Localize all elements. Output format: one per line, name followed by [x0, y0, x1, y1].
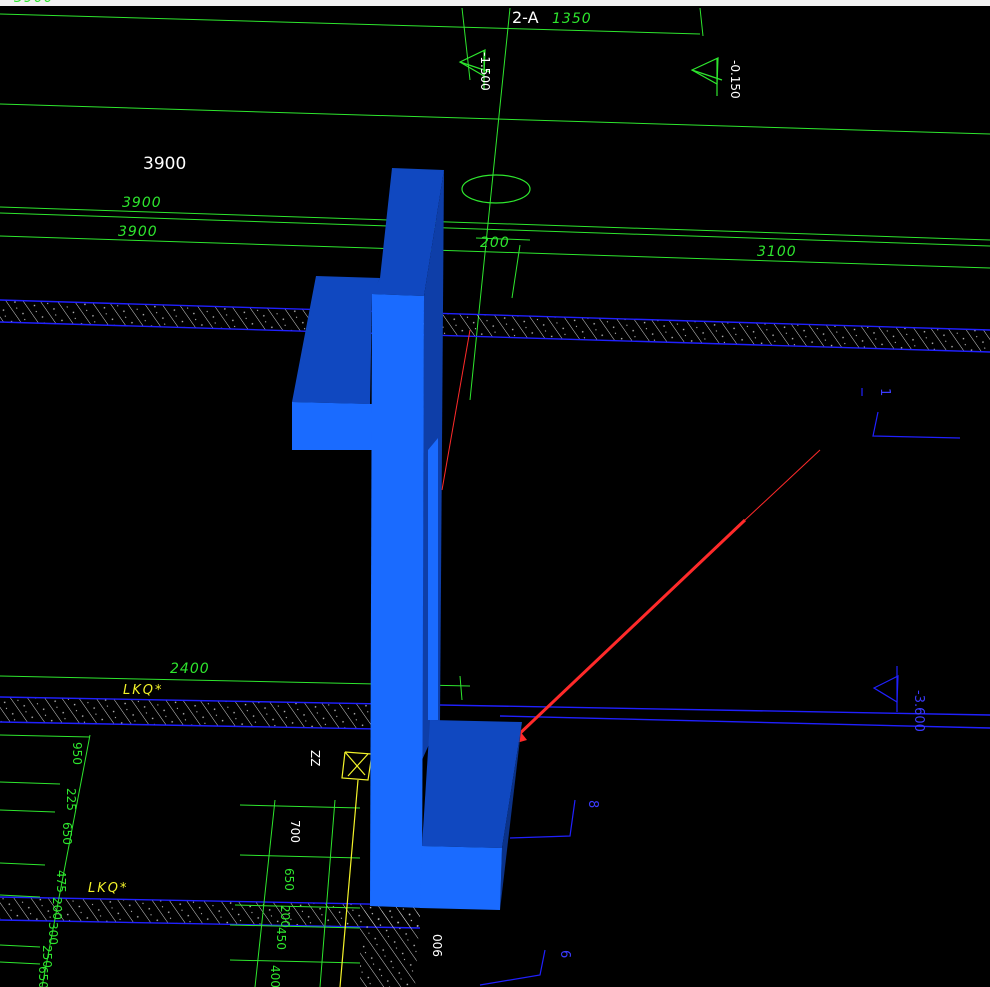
lkq-label-2: LKQ* [88, 881, 129, 896]
elevation-marker-right [690, 57, 723, 96]
footing-front-face[interactable] [420, 846, 502, 910]
dimension-label-top-left: 3900 [14, 0, 54, 6]
red-axis-line [441, 329, 821, 521]
column-front-face[interactable] [370, 294, 424, 908]
right-mark-8: 8 [585, 800, 600, 809]
dimension-label-1350: 1350 [552, 11, 592, 27]
column-inner-strip [428, 438, 438, 720]
hatched-wall-band-upper [0, 299, 990, 353]
left-dim-4: 200 [50, 897, 64, 920]
cad-drawing-canvas[interactable] [0, 0, 990, 987]
center-dim-1: 650 [282, 868, 296, 891]
lkq-label-1: LKQ* [123, 683, 164, 698]
elevation-label-mid-right: -3.600 [911, 690, 926, 732]
right-blue-marks [479, 388, 961, 986]
grid-bubble[interactable] [461, 174, 531, 204]
dimension-label-200: 200 [480, 235, 510, 251]
bottom-label: 006 [430, 934, 444, 957]
right-mark-1: 1 [877, 388, 892, 397]
left-dim-1: 225 [64, 788, 78, 811]
left-dim-2: 650 [60, 822, 74, 845]
left-dim-7: 650 [36, 966, 50, 987]
elevation-label-right: -0.150 [728, 60, 742, 99]
column-tag-label: ZZ [308, 750, 322, 767]
dimension-label-3900-b: 3900 [118, 224, 158, 240]
dimension-label-2400: 2400 [170, 661, 210, 677]
red-pointer-arrow [506, 518, 747, 746]
left-dim-5: 300 [46, 922, 60, 945]
dimension-label-3900-a: 3900 [122, 195, 162, 211]
center-dim-2: 200 [278, 905, 292, 928]
center-dim-3: 450 [274, 927, 288, 950]
center-dim-0: 700 [288, 820, 302, 843]
grid-reference-label: 2-A [512, 8, 539, 27]
wall-3d-model[interactable] [292, 168, 522, 910]
elevation-label-left: -1.500 [478, 52, 492, 91]
left-dim-3: 475 [54, 870, 68, 893]
cad-viewport[interactable]: 2-A 1350 3900 -1.500 -0.150 3900 3900 39… [0, 0, 990, 987]
dimension-label-white: 3900 [143, 154, 187, 174]
flange-top-face [292, 276, 380, 404]
center-dim-4: 400 [268, 965, 282, 987]
right-mark-6: 6 [557, 950, 572, 959]
left-dim-0: 950 [70, 742, 84, 765]
left-dim-6: 250 [40, 945, 54, 968]
flange-front-face [292, 402, 372, 450]
dimension-label-3100: 3100 [757, 244, 797, 260]
